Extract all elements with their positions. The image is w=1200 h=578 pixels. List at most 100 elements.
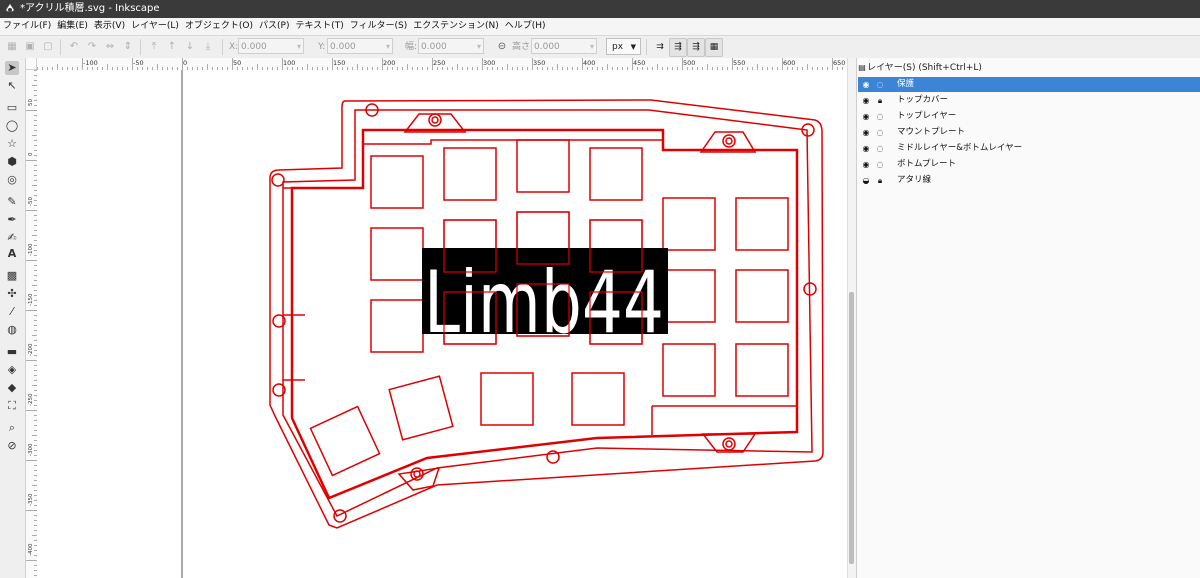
connector-tool-icon[interactable]: ⛶ — [5, 399, 19, 413]
menu-path[interactable]: パス(P) — [256, 18, 292, 35]
key-switch[interactable] — [735, 343, 789, 397]
unlock-icon[interactable]: ◌ — [875, 77, 885, 92]
screw-hole[interactable] — [725, 137, 733, 145]
menu-help[interactable]: ヘルプ(H) — [502, 18, 549, 35]
tweak-tool-icon[interactable]: ✣ — [5, 287, 19, 301]
key-switch[interactable] — [370, 155, 424, 209]
ellipse-tool-icon[interactable]: ◯ — [5, 119, 19, 133]
layer-row-middle-bottom-layer[interactable]: ◉ ◌ ミドルレイヤー&ボトムレイヤー — [858, 141, 1200, 156]
divider-line[interactable] — [652, 405, 798, 432]
flip-horizontal-icon[interactable]: ⇔ — [104, 41, 116, 53]
drawing-canvas[interactable]: Limb44 — [37, 70, 847, 578]
select-all-layers-icon[interactable]: ▣ — [24, 41, 36, 53]
screw-hole[interactable] — [431, 116, 439, 124]
key-switch[interactable] — [662, 197, 716, 251]
move-patterns-button[interactable]: ▦ — [705, 38, 723, 57]
menu-filters[interactable]: フィルター(S) — [347, 18, 411, 35]
spin-arrows-icon[interactable]: ▾ — [590, 39, 594, 55]
menu-file[interactable]: ファイル(F) — [0, 18, 54, 35]
text-tool-icon[interactable]: A — [5, 247, 19, 261]
key-switch[interactable] — [370, 299, 424, 353]
zoom-tool-icon[interactable]: ⌕ — [5, 421, 19, 435]
lock-icon[interactable]: 🔒︎ — [875, 93, 885, 108]
screw-hole[interactable] — [428, 113, 442, 127]
3d-box-tool-icon[interactable]: ⬢ — [5, 155, 19, 169]
rectangle-tool-icon[interactable]: ▭ — [5, 101, 19, 115]
canvas-vertical-scrollbar[interactable] — [847, 58, 856, 578]
screw-hole[interactable] — [271, 173, 285, 187]
dropper-tool-icon[interactable]: ⁄ — [5, 305, 19, 319]
spiral-tool-icon[interactable]: ◎ — [5, 173, 19, 187]
y-input[interactable]: 0.000 ▾ — [327, 38, 393, 54]
layer-name[interactable]: マウントプレート — [897, 125, 965, 140]
eye-closed-icon[interactable]: ◒ — [861, 173, 871, 188]
key-switch[interactable] — [370, 227, 424, 281]
layer-row-protect[interactable]: ◉ ◌ 保護 — [858, 77, 1200, 92]
key-switch[interactable] — [388, 375, 454, 441]
key-switch[interactable] — [735, 197, 789, 251]
key-switch[interactable] — [571, 372, 625, 426]
key-switch[interactable] — [662, 269, 716, 323]
screw-hole[interactable] — [722, 437, 736, 451]
scrollbar-thumb[interactable] — [849, 292, 854, 564]
measure-tool-icon[interactable]: ⊘ — [5, 439, 19, 453]
layer-row-top-cover[interactable]: ◉ 🔒︎ トップカバー — [858, 93, 1200, 108]
deselect-icon[interactable]: ▢ — [42, 41, 54, 53]
pencil-tool-icon[interactable]: ✎ — [5, 195, 19, 209]
spin-arrows-icon[interactable]: ▾ — [297, 39, 301, 55]
screw-hole[interactable] — [725, 440, 733, 448]
select-all-icon[interactable]: ▦ — [6, 41, 18, 53]
screw-hole[interactable] — [333, 509, 347, 523]
keyboard-drawing[interactable]: Limb44 — [37, 70, 847, 578]
scale-stroke-button[interactable]: ⇉ — [651, 38, 669, 57]
menu-view[interactable]: 表示(V) — [91, 18, 128, 35]
lower-icon[interactable]: ↓ — [184, 41, 196, 53]
star-tool-icon[interactable]: ☆ — [5, 137, 19, 151]
layer-row-guide-lines[interactable]: ◒ 🔒︎ アタリ線 — [858, 173, 1200, 188]
lock-ratio-icon[interactable]: ⊝ — [496, 41, 508, 53]
menu-object[interactable]: オブジェクト(O) — [182, 18, 256, 35]
eye-icon[interactable]: ◉ — [861, 77, 871, 92]
flip-vertical-icon[interactable]: ⇕ — [122, 41, 134, 53]
eye-icon[interactable]: ◉ — [861, 141, 871, 156]
layer-row-mount-plate[interactable]: ◉ ◌ マウントプレート — [858, 125, 1200, 140]
scale-corners-button[interactable]: ⇶ — [669, 38, 687, 57]
layer-name[interactable]: アタリ線 — [897, 173, 931, 188]
layer-row-bottom-plate[interactable]: ◉ ◌ ボトムプレート — [858, 157, 1200, 172]
height-input[interactable]: 0.000 ▾ — [531, 38, 597, 54]
screw-hole[interactable] — [722, 134, 736, 148]
divider-line[interactable] — [363, 139, 663, 145]
menu-layer[interactable]: レイヤー(L) — [128, 18, 182, 35]
width-input[interactable]: 0.000 ▾ — [418, 38, 484, 54]
unlock-icon[interactable]: ◌ — [875, 109, 885, 124]
key-switch[interactable] — [662, 343, 716, 397]
rotate-cw-icon[interactable]: ↷ — [86, 41, 98, 53]
layer-name[interactable]: トップカバー — [897, 93, 948, 108]
x-input[interactable]: 0.000 ▾ — [238, 38, 304, 54]
eye-icon[interactable]: ◉ — [861, 157, 871, 172]
layer-row-top-layer[interactable]: ◉ ◌ トップレイヤー — [858, 109, 1200, 124]
lock-icon[interactable]: 🔒︎ — [875, 173, 885, 188]
key-switch[interactable] — [589, 147, 643, 201]
unit-select[interactable]: px ▼ — [606, 38, 641, 55]
spin-arrows-icon[interactable]: ▾ — [477, 39, 481, 55]
eye-icon[interactable]: ◉ — [861, 125, 871, 140]
key-switch[interactable] — [735, 269, 789, 323]
layer-name[interactable]: 保護 — [897, 77, 914, 92]
rotate-ccw-icon[interactable]: ↶ — [68, 41, 80, 53]
spin-arrows-icon[interactable]: ▾ — [386, 39, 390, 55]
spray-tool-icon[interactable]: ▩ — [5, 269, 19, 283]
eye-icon[interactable]: ◉ — [861, 109, 871, 124]
menu-extensions[interactable]: エクステンション(N) — [410, 18, 502, 35]
unlock-icon[interactable]: ◌ — [875, 125, 885, 140]
key-switch[interactable] — [480, 372, 534, 426]
raise-icon[interactable]: ↑ — [166, 41, 178, 53]
menu-edit[interactable]: 編集(E) — [54, 18, 91, 35]
logo-text[interactable]: Limb44 — [424, 253, 664, 353]
mesh-tool-icon[interactable]: ◆ — [5, 381, 19, 395]
eraser-tool-icon[interactable]: ▬ — [5, 345, 19, 359]
layer-name[interactable]: ボトムプレート — [897, 157, 956, 172]
paint-bucket-tool-icon[interactable]: ◍ — [5, 323, 19, 337]
key-switch[interactable] — [309, 405, 381, 477]
gradient-tool-icon[interactable]: ◈ — [5, 363, 19, 377]
